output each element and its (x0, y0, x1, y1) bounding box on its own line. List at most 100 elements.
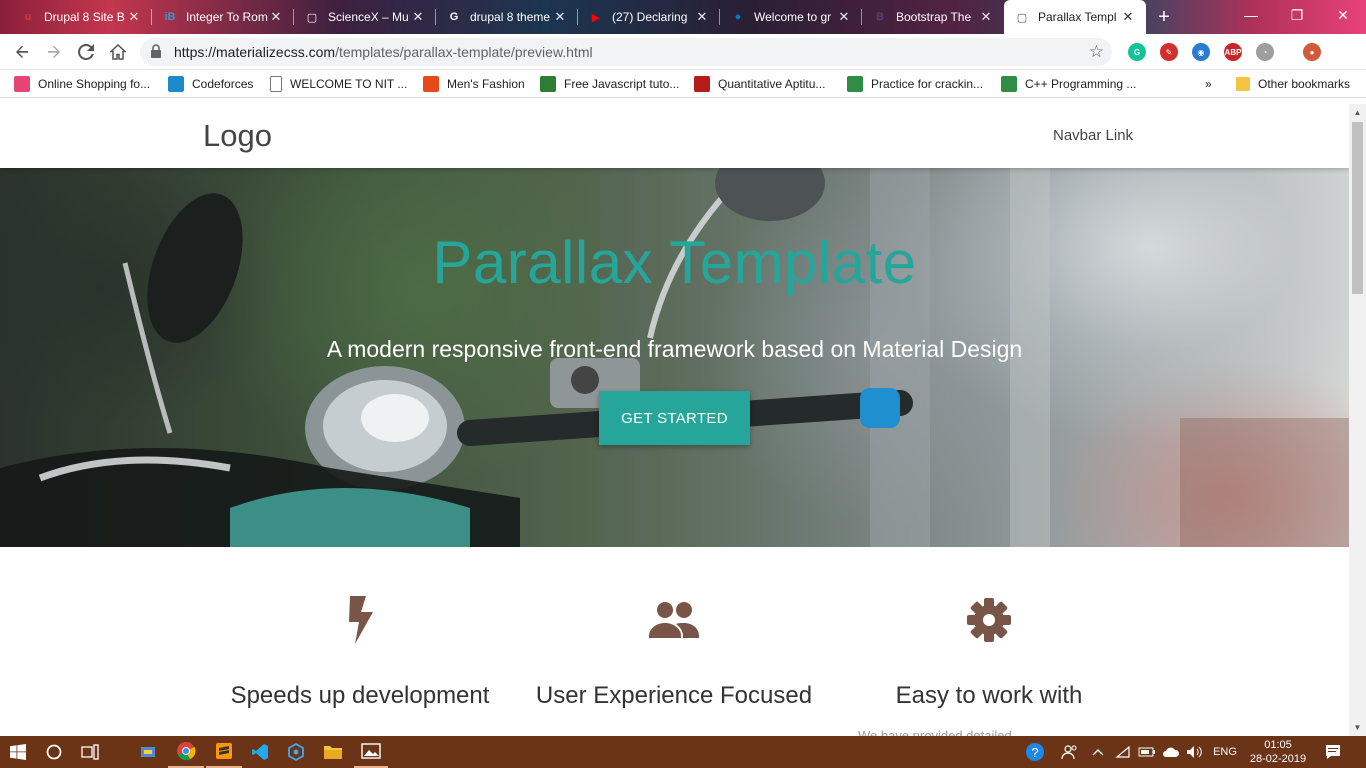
bookmark-label: Codeforces (192, 77, 254, 91)
browser-tab[interactable]: ▢ Parallax Templ ✕ (1004, 0, 1146, 34)
tab-close-icon[interactable]: ✕ (552, 9, 568, 25)
site-logo[interactable]: Logo (203, 118, 272, 154)
codeforces-icon (168, 76, 184, 92)
forward-button[interactable] (40, 38, 68, 66)
minimize-button[interactable]: — (1228, 0, 1274, 30)
bookmark-label: Quantitative Aptitu... (718, 77, 826, 91)
bookmark-item[interactable]: Quantitative Aptitu... (694, 76, 825, 92)
taskbar-app-vscode[interactable] (244, 736, 276, 768)
tab-label: Integer To Rom (186, 10, 268, 24)
vscode-icon (252, 744, 268, 760)
browser-tab[interactable]: B Bootstrap The ✕ (862, 0, 1004, 34)
battery-icon[interactable] (1136, 736, 1158, 768)
bookmark-item[interactable]: Practice for crackin... (847, 76, 983, 92)
new-tab-button[interactable]: + (1152, 6, 1176, 28)
profile-avatar-icon[interactable]: ● (1303, 43, 1321, 61)
volume-icon[interactable] (1184, 736, 1206, 768)
search-button[interactable] (38, 736, 70, 768)
adblock-icon[interactable]: ABP (1224, 43, 1242, 61)
restore-button[interactable]: ❐ (1274, 0, 1320, 30)
address-bar[interactable]: https://materializecss.com/templates/par… (140, 38, 1112, 66)
browser-tab[interactable]: iB Integer To Rom ✕ (152, 0, 294, 34)
bookmark-label: Men's Fashion (447, 77, 525, 91)
browser-tab[interactable]: ▶ (27) Declaring ✕ (578, 0, 720, 34)
eye-extension-icon[interactable]: ◉ (1192, 43, 1210, 61)
other-bookmarks-button[interactable]: Other bookmarks (1236, 76, 1350, 92)
arrow-right-icon (48, 45, 60, 58)
help-icon[interactable]: ? (1022, 736, 1048, 768)
scroll-thumb[interactable] (1352, 122, 1363, 294)
bookmark-item[interactable]: C++ Programming ... (1001, 76, 1136, 92)
hero-title: Parallax Template (432, 229, 917, 296)
grammarly-icon[interactable]: G (1128, 43, 1146, 61)
chevron-up-icon[interactable] (1088, 736, 1108, 768)
tab-close-icon[interactable]: ✕ (1120, 9, 1136, 25)
page-icon (270, 76, 282, 92)
flash-icon (202, 596, 518, 652)
bookmark-item[interactable]: Online Shopping fo... (14, 76, 150, 92)
browser-tab[interactable]: u Drupal 8 Site B ✕ (10, 0, 152, 34)
bookmark-item[interactable]: WELCOME TO NIT ... (270, 76, 407, 92)
windows-logo-icon (10, 744, 26, 760)
gfg-icon (1001, 76, 1017, 92)
tab-close-icon[interactable]: ✕ (126, 9, 142, 25)
page-viewport: Logo Navbar Link Parallax Template A mod… (0, 104, 1349, 736)
bookmark-item[interactable]: Men's Fashion (423, 76, 525, 92)
browser-toolbar: https://materializecss.com/templates/par… (0, 34, 1366, 70)
tab-close-icon[interactable]: ✕ (694, 9, 710, 25)
navbar-link[interactable]: Navbar Link (1053, 127, 1133, 144)
svg-text:?: ? (1031, 745, 1038, 760)
action-center-button[interactable] (1318, 736, 1348, 768)
tab-label: Drupal 8 Site B (44, 10, 125, 24)
scroll-down-icon[interactable]: ▼ (1349, 719, 1366, 736)
tab-close-icon[interactable]: ✕ (836, 9, 852, 25)
site-navbar: Logo Navbar Link (0, 104, 1349, 168)
onedrive-icon[interactable] (1160, 736, 1182, 768)
clock-extension-icon[interactable]: ◔ (1256, 43, 1274, 61)
tab-close-icon[interactable]: ✕ (410, 9, 426, 25)
taskbar-app-photos[interactable] (354, 736, 388, 768)
browser-tab[interactable]: Gdrupal 8 theme ✕ (436, 0, 578, 34)
bootstrap-icon: B (876, 11, 884, 23)
taskbar-app-file-explorer[interactable] (316, 736, 350, 768)
chrome-icon (177, 742, 196, 761)
page-scrollbar[interactable]: ▲ ▼ (1349, 104, 1366, 736)
url-text: https://materializecss.com/templates/par… (174, 44, 593, 60)
bookmarks-bar: Online Shopping fo... Codeforces WELCOME T… (0, 70, 1366, 98)
aptitude-icon (694, 76, 710, 92)
people-icon[interactable] (1058, 736, 1082, 768)
bookmark-item[interactable]: Codeforces (168, 76, 253, 92)
taskbar-app-network-tool[interactable] (132, 736, 164, 768)
taskbar-app-3d-box[interactable] (280, 736, 312, 768)
bookmarks-overflow-button[interactable]: » (1205, 76, 1212, 92)
cube-app-icon (288, 743, 304, 761)
clock-date: 28-02-2019 (1249, 753, 1307, 765)
home-icon (110, 44, 126, 60)
language-indicator[interactable]: ENG (1210, 736, 1240, 768)
tab-label: (27) Declaring (612, 10, 688, 24)
task-view-button[interactable] (74, 736, 106, 768)
start-button[interactable] (0, 736, 36, 768)
tab-close-icon[interactable]: ✕ (978, 9, 994, 25)
back-button[interactable] (8, 38, 36, 66)
scroll-up-icon[interactable]: ▲ (1349, 104, 1366, 121)
taskbar-app-sublime[interactable] (206, 736, 242, 768)
bookmark-star-icon[interactable]: ☆ (1089, 42, 1104, 62)
browser-tab[interactable]: ▢ ScienceX – Mu ✕ (294, 0, 436, 34)
browser-tab[interactable]: ● Welcome to gr ✕ (720, 0, 862, 34)
pen-extension-icon[interactable]: ✎ (1160, 43, 1178, 61)
home-button[interactable] (104, 38, 132, 66)
close-window-button[interactable]: ✕ (1320, 0, 1366, 30)
system-clock[interactable]: 01:05 28-02-2019 (1248, 738, 1308, 766)
bookmark-label: Online Shopping fo... (38, 77, 151, 91)
bookmark-item[interactable]: Free Javascript tuto... (540, 76, 679, 92)
get-started-button[interactable]: GET STARTED (599, 391, 750, 445)
reload-button[interactable] (72, 38, 100, 66)
myntra-icon (14, 76, 30, 92)
gfg-icon (847, 76, 863, 92)
taskbar-app-chrome[interactable] (168, 736, 204, 768)
lock-icon (151, 44, 161, 58)
wifi-icon[interactable] (1112, 736, 1134, 768)
tab-close-icon[interactable]: ✕ (268, 9, 284, 25)
windows-taskbar: ? ENG 01:05 28-02-2019 (0, 736, 1366, 768)
